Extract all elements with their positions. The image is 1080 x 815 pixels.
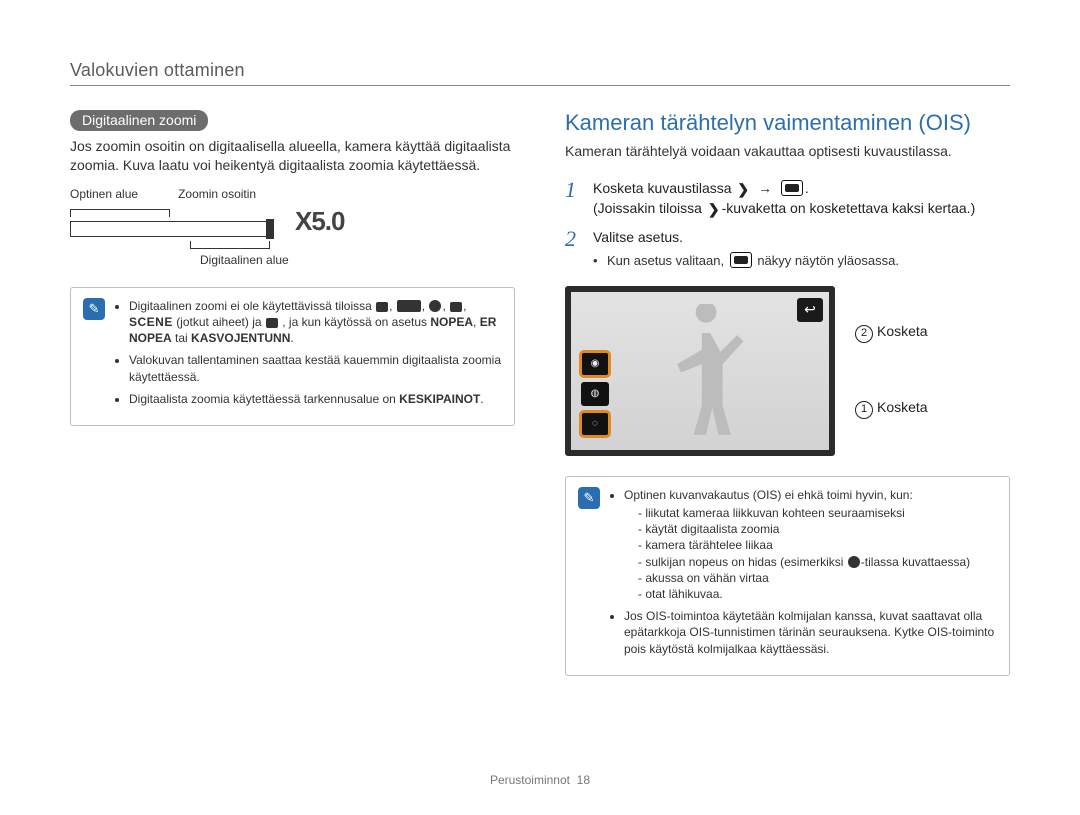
ois-lead: Kameran tärähtelyä voidaan vakauttaa opt… xyxy=(565,142,1010,161)
zoom-labels-top: Optinen alue Zoomin osoitin xyxy=(70,187,515,201)
note-item-2: Valokuvan tallentaminen saattaa kestää k… xyxy=(129,352,502,384)
circled-1-icon: 1 xyxy=(855,401,873,419)
page-header: Valokuvien ottaminen xyxy=(70,60,1010,86)
callout-2: 2Kosketa xyxy=(855,323,928,343)
ois-off-icon xyxy=(781,180,803,196)
screenshot-illustration: ↩ ◉ ◍ ◌ 2Kosketa 1Kosketa xyxy=(565,286,1010,456)
note-icon: ✎ xyxy=(83,298,105,320)
note1-mid: (jotkut aiheet) ja xyxy=(176,315,265,329)
note1-or: tai xyxy=(175,331,191,345)
note-r-tripod: Jos OIS-toimintoa käytetään kolmijalan k… xyxy=(624,608,997,657)
ois-option-column: ◉ ◍ ◌ xyxy=(581,352,609,436)
callout-2-text: Kosketa xyxy=(877,323,928,339)
note-body-right: Optinen kuvanvakautus (OIS) ei ehkä toim… xyxy=(610,487,997,663)
heading-ois: Kameran tärähtelyn vaimentaminen (OIS) xyxy=(565,110,1010,136)
breadcrumb: Valokuvien ottaminen xyxy=(70,60,245,81)
steps: 1 Kosketa kuvaustilassa ❯ → . (Joissakin… xyxy=(565,179,1010,270)
step-2: 2 Valitse asetus. Kun asetus valitaan, n… xyxy=(565,228,1010,270)
note-r-d4-suffix: -tilassa kuvattaessa) xyxy=(861,555,970,569)
zoom-track xyxy=(70,221,270,237)
callout-1: 1Kosketa xyxy=(855,399,928,419)
note-item-3: Digitaalista zoomia käytettäessä tarkenn… xyxy=(129,391,502,407)
digital-zoom-intro: Jos zoomin osoitin on digitaalisella alu… xyxy=(70,137,515,175)
note-r-d2: käytät digitaalista zoomia xyxy=(638,521,997,537)
note-r-d3: kamera tärähtelee liikaa xyxy=(638,537,997,553)
note-box-right: ✎ Optinen kuvanvakautus (OIS) ei ehkä to… xyxy=(565,476,1010,676)
zoom-bar: X5.0 xyxy=(70,209,330,239)
note-r-d4-prefix: sulkijan nopeus on hidas (esimerkiksi xyxy=(645,555,846,569)
bracket-optical xyxy=(70,209,170,217)
note-r-lead: Optinen kuvanvakautus (OIS) ei ehkä toim… xyxy=(624,487,997,602)
callout-1-text: Kosketa xyxy=(877,399,928,415)
left-column: Digitaalinen zoomi Jos zoomin osoitin on… xyxy=(70,110,515,676)
chevron-icon: ❯ xyxy=(737,180,749,200)
label-digital-range: Digitaalinen alue xyxy=(200,253,515,267)
step-2-number: 2 xyxy=(565,228,583,270)
video-icon xyxy=(266,318,278,328)
note-box-left: ✎ Digitaalinen zoomi ei ole käytettäviss… xyxy=(70,287,515,426)
circled-2-icon: 2 xyxy=(855,325,873,343)
callouts: 2Kosketa 1Kosketa xyxy=(855,323,928,419)
zoom-diagram: Optinen alue Zoomin osoitin X5.0 Digitaa… xyxy=(70,187,515,267)
night-mode-icon xyxy=(848,556,860,568)
zoom-level-value: X5.0 xyxy=(295,206,345,237)
zoom-indicator-marker xyxy=(266,219,274,239)
bracket-digital xyxy=(190,241,270,249)
note-list-right: Optinen kuvanvakautus (OIS) ei ehkä toim… xyxy=(610,487,997,657)
right-column: Kameran tärähtelyn vaimentaminen (OIS) K… xyxy=(565,110,1010,676)
ois-option-off[interactable]: ◌ xyxy=(581,412,609,436)
note-r-lead-text: Optinen kuvanvakautus (OIS) ei ehkä toim… xyxy=(624,488,913,502)
label-zoom-indicator: Zoomin osoitin xyxy=(178,187,256,201)
note-list-left: Digitaalinen zoomi ei ole käytettävissä … xyxy=(115,298,502,413)
note-r-d5: akussa on vähän virtaa xyxy=(638,570,997,586)
two-column-layout: Digitaalinen zoomi Jos zoomin osoitin on… xyxy=(70,110,1010,676)
night-icon xyxy=(429,300,441,312)
back-button[interactable]: ↩ xyxy=(797,298,823,322)
chevron-icon-2: ❯ xyxy=(708,200,720,220)
step2-sub-suffix: näkyy näytön yläosassa. xyxy=(757,253,899,268)
ois-on-icon xyxy=(730,252,752,268)
step2-sub-prefix: Kun asetus valitaan, xyxy=(607,253,728,268)
hand-icon xyxy=(376,302,388,312)
portrait-icon xyxy=(450,302,462,312)
note1-prefix: Digitaalinen zoomi ei ole käytettävissä … xyxy=(129,299,375,313)
note3-bold: KESKIPAINOT xyxy=(399,392,480,406)
step-1-body: Kosketa kuvaustilassa ❯ → . (Joissakin t… xyxy=(593,179,975,220)
note-r-dash-list: liikutat kameraa liikkuvan kohteen seura… xyxy=(638,505,997,602)
footer-page-number: 18 xyxy=(577,773,590,787)
footer-section: Perustoiminnot xyxy=(490,773,570,787)
person-silhouette xyxy=(651,304,761,439)
section-pill-digital-zoom: Digitaalinen zoomi xyxy=(70,110,208,131)
note1-period: . xyxy=(290,331,293,345)
label-optical-range: Optinen alue xyxy=(70,187,138,201)
note1-suffix: , ja kun käytössä on asetus xyxy=(282,315,430,329)
dual-icon xyxy=(397,300,421,312)
note1-bold1: NOPEA xyxy=(430,315,473,329)
ois-option-half[interactable]: ◍ xyxy=(581,382,609,406)
note-icon: ✎ xyxy=(578,487,600,509)
step1-prefix: Kosketa kuvaustilassa xyxy=(593,180,735,196)
page: Valokuvien ottaminen Digitaalinen zoomi … xyxy=(0,0,1080,815)
step-2-body: Valitse asetus. Kun asetus valitaan, näk… xyxy=(593,228,899,270)
note3-prefix: Digitaalista zoomia käytettäessä tarkenn… xyxy=(129,392,399,406)
camera-screen: ↩ ◉ ◍ ◌ xyxy=(565,286,835,456)
note-item-1: Digitaalinen zoomi ei ole käytettävissä … xyxy=(129,298,502,347)
arrow-icon: → xyxy=(758,180,772,196)
step2-text: Valitse asetus. xyxy=(593,229,683,245)
step-1-number: 1 xyxy=(565,179,583,220)
page-footer: Perustoiminnot 18 xyxy=(0,773,1080,787)
ois-option-on[interactable]: ◉ xyxy=(581,352,609,376)
note-r-d1: liikutat kameraa liikkuvan kohteen seura… xyxy=(638,505,997,521)
step-1: 1 Kosketa kuvaustilassa ❯ → . (Joissakin… xyxy=(565,179,1010,220)
note3-period: . xyxy=(480,392,483,406)
note1-bold3: KASVOJENTUNN xyxy=(191,331,290,345)
note-r-d6: otat lähikuvaa. xyxy=(638,586,997,602)
step1-line2b: -kuvaketta on kosketettava kaksi kertaa.… xyxy=(722,200,976,216)
scene-label: SCENE xyxy=(129,315,173,329)
step1-line2a: (Joissakin tiloissa xyxy=(593,200,706,216)
note-r-d4: sulkijan nopeus on hidas (esimerkiksi -t… xyxy=(638,554,997,570)
step-2-sub: Kun asetus valitaan, näkyy näytön yläosa… xyxy=(593,252,899,270)
